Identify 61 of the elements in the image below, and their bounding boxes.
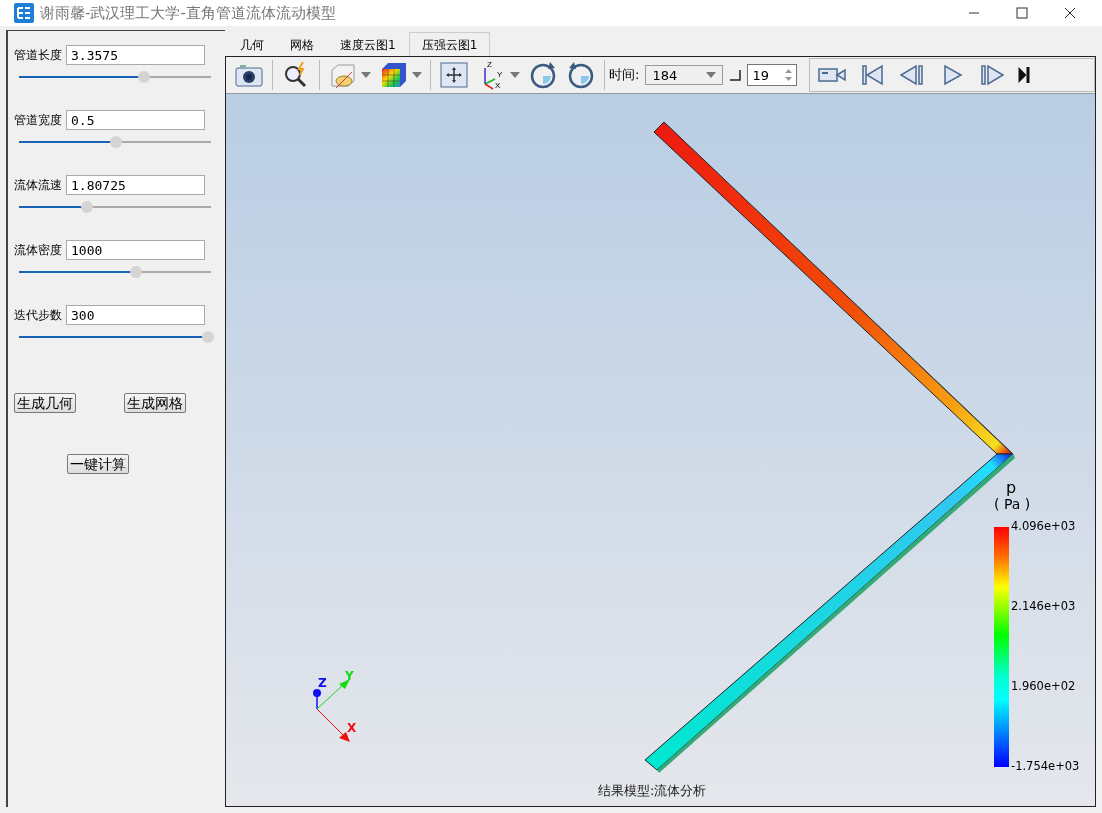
slider-thumb[interactable] bbox=[202, 331, 215, 343]
axis-letter: X bbox=[495, 82, 501, 90]
window-title: 谢雨馨-武汉理工大学-直角管道流体流动模型 bbox=[40, 3, 337, 23]
rotate-counterclockwise-icon bbox=[566, 60, 596, 90]
parameter-slider[interactable] bbox=[19, 71, 211, 83]
action-button[interactable]: 生成网格 bbox=[124, 393, 186, 413]
colored-cube-icon bbox=[379, 60, 409, 90]
app-logo-icon bbox=[14, 3, 34, 23]
close-icon bbox=[1064, 7, 1076, 19]
slider-thumb[interactable] bbox=[109, 136, 122, 148]
corner-icon bbox=[729, 69, 742, 81]
action-button[interactable]: 生成几何 bbox=[14, 393, 76, 413]
legend-value: -1.754e+03 bbox=[1011, 759, 1080, 773]
caret-icon bbox=[510, 72, 520, 78]
axes-button[interactable]: Z Y X bbox=[473, 59, 524, 91]
tab[interactable]: 压强云图1 bbox=[408, 32, 491, 56]
caret-icon bbox=[412, 72, 422, 78]
tab[interactable]: 几何 bbox=[227, 32, 277, 56]
parameter-label: 流体密度 bbox=[14, 241, 62, 259]
tab[interactable]: 速度云图1 bbox=[327, 32, 409, 56]
parameter-input[interactable]: 300 bbox=[66, 305, 205, 325]
parameter-slider[interactable] bbox=[19, 266, 211, 278]
parameter-slider[interactable] bbox=[19, 201, 211, 213]
parameter-label: 迭代步数 bbox=[14, 306, 62, 324]
legend-value: 1.960e+02 bbox=[1011, 679, 1076, 693]
tab[interactable]: 网格 bbox=[277, 32, 327, 56]
maximize-icon bbox=[1016, 7, 1028, 19]
axis-label: Y bbox=[345, 669, 354, 683]
caret-icon bbox=[706, 72, 717, 78]
rotate-clockwise-icon bbox=[528, 60, 558, 90]
time-dropdown[interactable]: 184 bbox=[645, 65, 724, 85]
step-forward-icon bbox=[978, 63, 1007, 87]
parameter-input[interactable]: 1000 bbox=[66, 240, 205, 260]
legend-value: 4.096e+03 bbox=[1011, 519, 1076, 533]
compute-button[interactable]: 一键计算 bbox=[67, 454, 129, 474]
time-label: 时间: bbox=[609, 66, 640, 84]
parameter-label: 管道长度 bbox=[14, 46, 62, 64]
fit-view-icon bbox=[439, 60, 469, 90]
axis-letter: Y bbox=[497, 71, 503, 79]
parameter-input[interactable]: 0.5 bbox=[66, 110, 205, 130]
axis-letter: Z bbox=[487, 61, 492, 69]
result-caption: 结果模型:流体分析 bbox=[598, 782, 707, 800]
legend-unit: ( Pa ) bbox=[994, 496, 1031, 512]
slider-thumb[interactable] bbox=[137, 71, 150, 83]
legend-variable: p bbox=[1006, 478, 1017, 497]
parameter-slider[interactable] bbox=[19, 136, 211, 148]
slider-thumb[interactable] bbox=[81, 201, 94, 213]
axis-label: Z bbox=[318, 676, 327, 690]
parameter-label: 流体流速 bbox=[14, 176, 62, 194]
legend-value: 2.146e+03 bbox=[1011, 599, 1076, 613]
parameter-input[interactable]: 3.3575 bbox=[66, 45, 205, 65]
parameter-label: 管道宽度 bbox=[14, 111, 62, 129]
axis-label: X bbox=[347, 721, 357, 735]
caret-icon bbox=[361, 72, 371, 78]
spin-arrows-icon bbox=[785, 68, 793, 82]
frame-spinbox[interactable]: 19 bbox=[747, 64, 798, 86]
slider-thumb[interactable] bbox=[130, 266, 143, 278]
last-frame-icon bbox=[1018, 67, 1031, 83]
axes-icon bbox=[484, 67, 496, 90]
parameter-slider[interactable] bbox=[19, 331, 211, 343]
parameter-input[interactable]: 1.80725 bbox=[66, 175, 205, 195]
